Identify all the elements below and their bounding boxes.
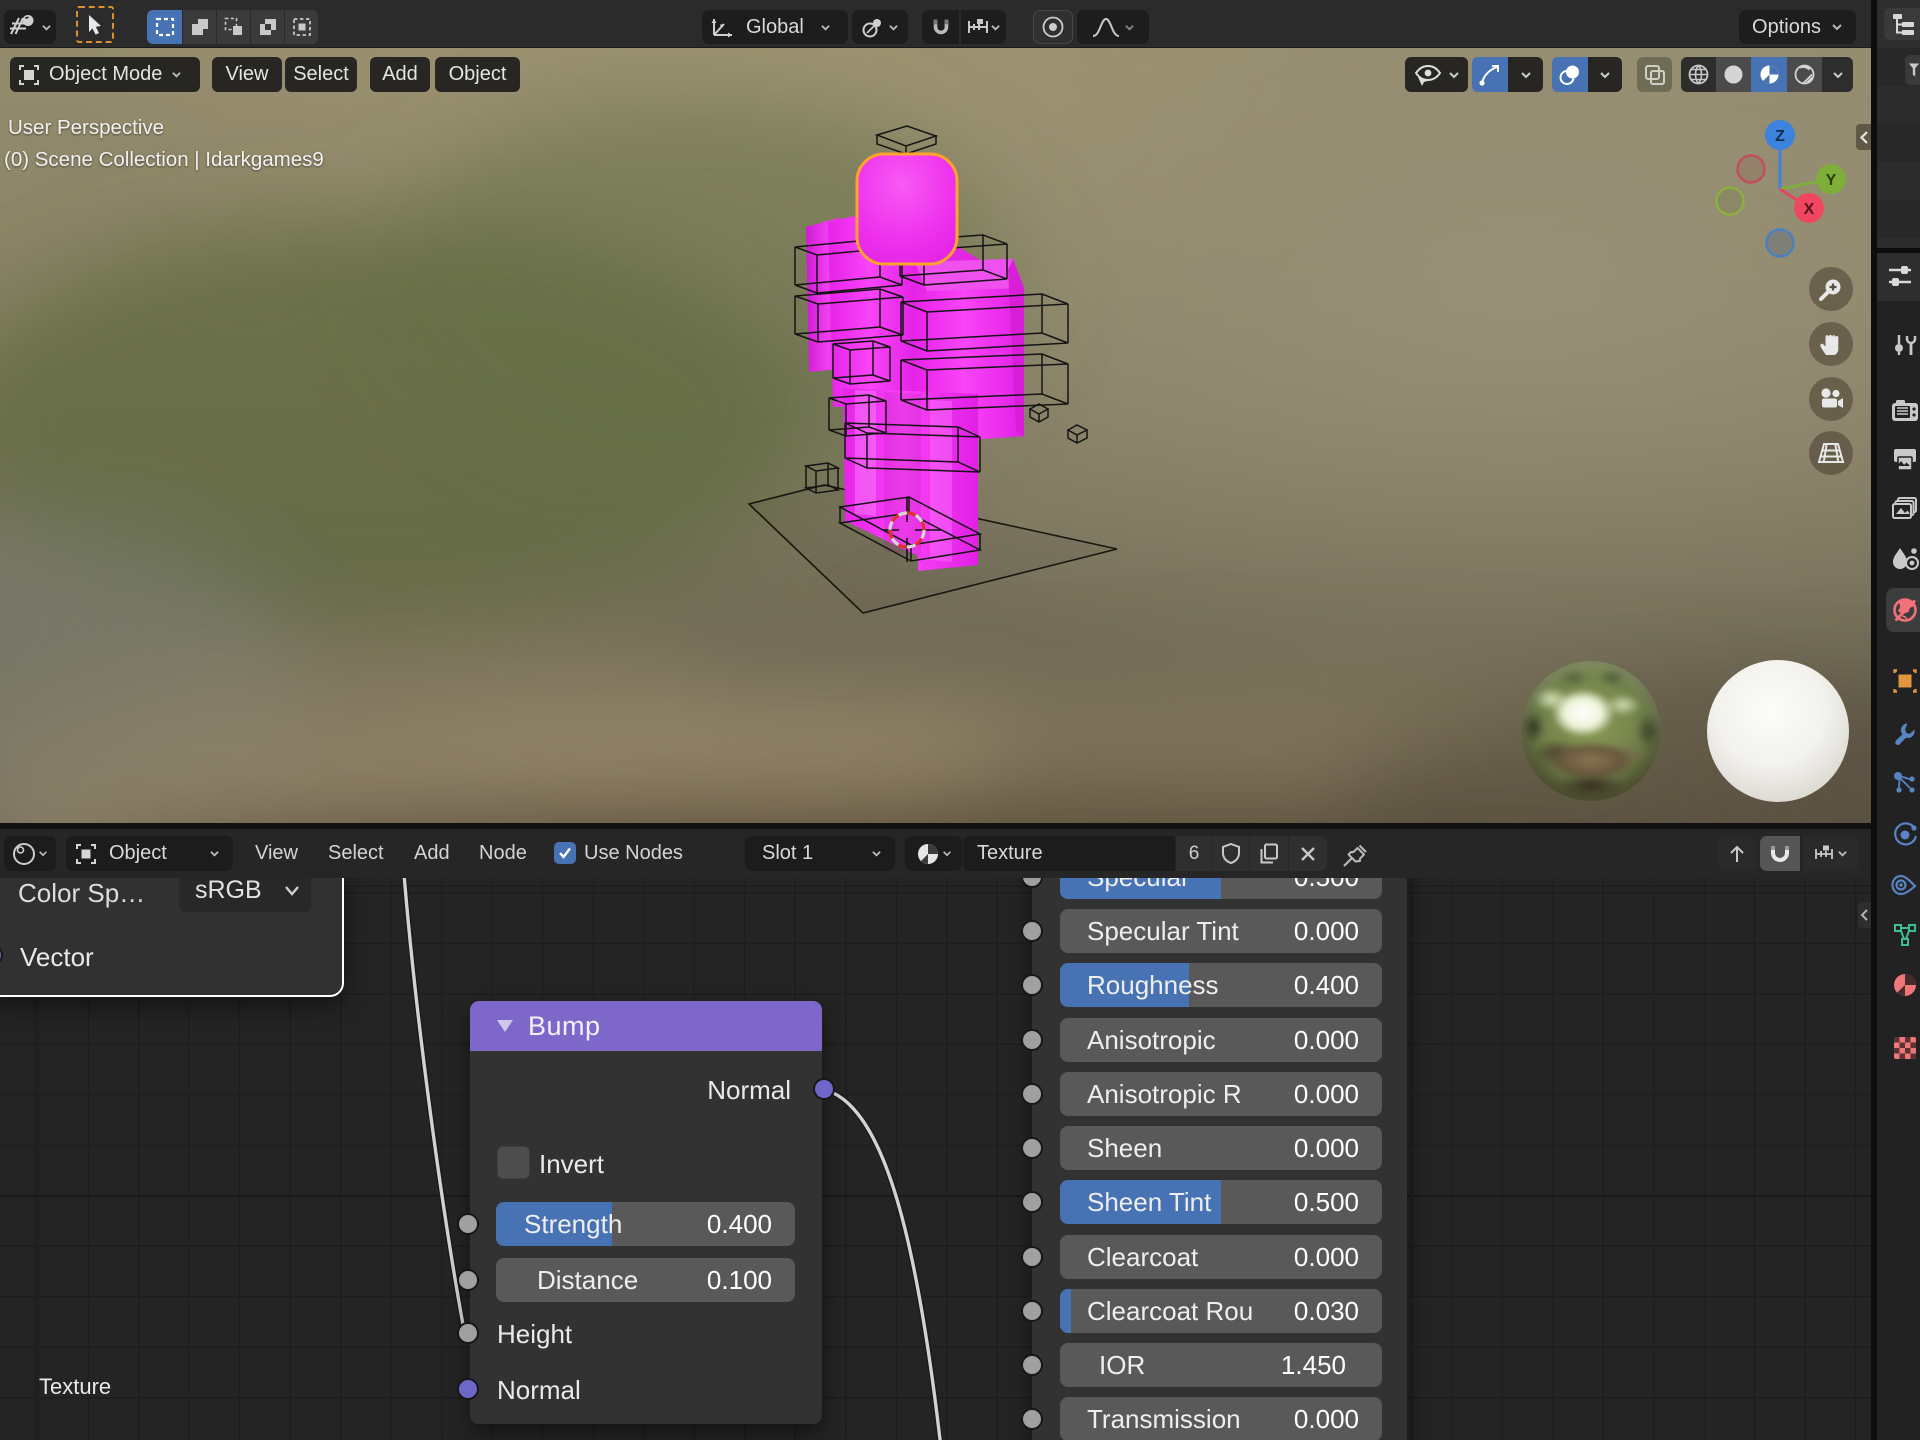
svg-text:X: X	[1804, 201, 1815, 218]
svg-text:Z: Z	[1775, 128, 1785, 145]
svg-text:Y: Y	[1826, 172, 1837, 189]
